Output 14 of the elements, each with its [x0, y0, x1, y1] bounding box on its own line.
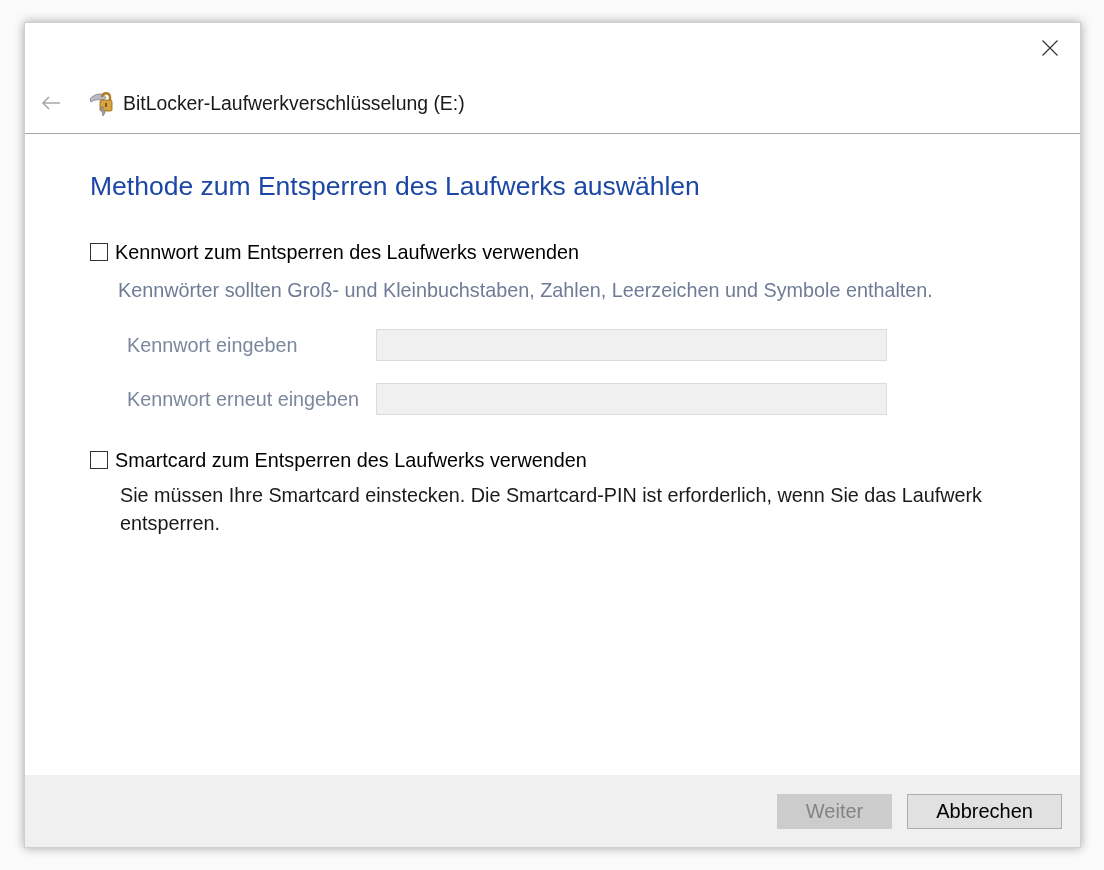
checkbox-label[interactable]: Smartcard zum Entsperren des Laufwerks verwenden	[115, 448, 587, 472]
padlock-key-icon	[88, 89, 116, 117]
window-title: BitLocker-Laufwerkverschlüsselung (E:)	[123, 91, 465, 115]
field-label: Kennwort erneut eingeben	[127, 387, 361, 411]
page-heading: Methode zum Entsperren des Laufwerks auswählen	[90, 170, 701, 202]
description-text: Sie müssen Ihre Smartcard einstecken. Die Smartcard-PIN ist erforderlich, wenn Sie das Laufwerk entsperren.	[120, 483, 983, 536]
back-arrow-icon	[41, 96, 61, 110]
field-label: Kennwort eingeben	[127, 333, 299, 357]
checkbox-label[interactable]: Kennwort zum Entsperren des Laufwerks verwenden	[115, 240, 579, 264]
close-icon	[1042, 40, 1058, 56]
dialog-button[interactable]: Abbrechen	[907, 793, 1062, 829]
checkbox[interactable]	[90, 243, 108, 261]
checkbox[interactable]	[90, 451, 108, 469]
hint-text: Kennwörter sollten Groß- und Kleinbuchstaben, Zahlen, Leerzeichen und Symbole enthalten.	[118, 278, 934, 302]
